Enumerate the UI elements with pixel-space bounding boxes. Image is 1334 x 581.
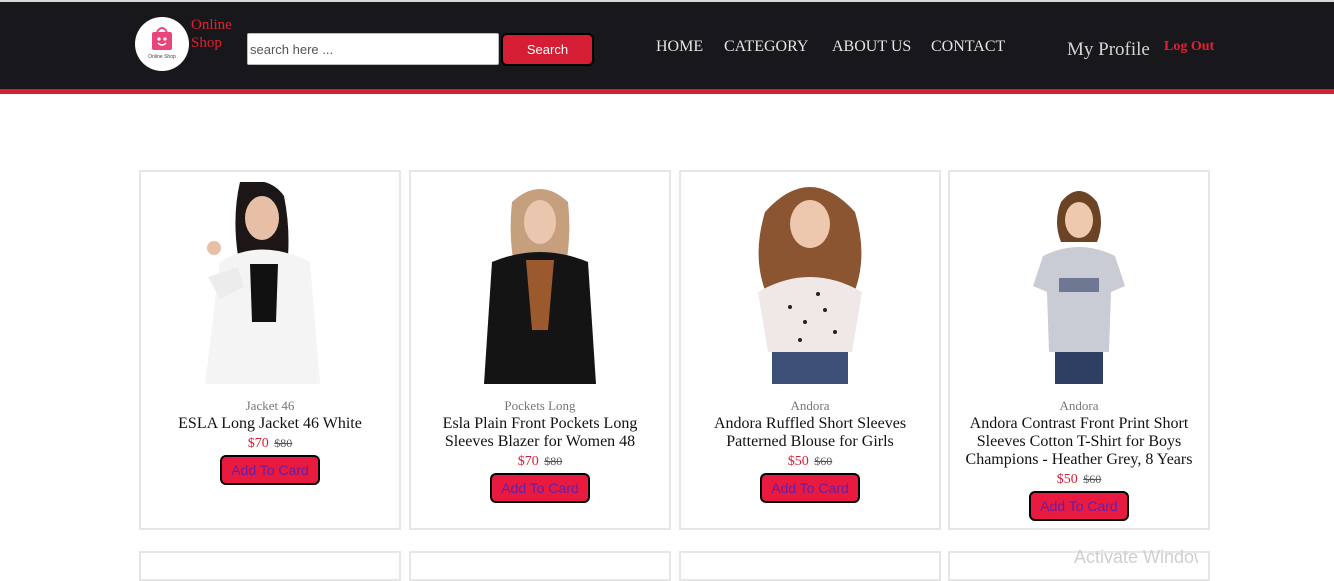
product-price: $70 $80 [141, 434, 399, 453]
add-to-cart-button[interactable]: Add To Card [1029, 491, 1129, 521]
product-title[interactable]: Esla Plain Front Pockets Long Sleeves Bl… [411, 415, 669, 451]
add-to-cart-button[interactable]: Add To Card [220, 455, 320, 485]
product-image[interactable] [141, 182, 399, 384]
nav-contact[interactable]: CONTACT [931, 38, 1005, 56]
brand-line-2: Shop [191, 35, 222, 51]
current-price: $50 [787, 454, 809, 469]
my-profile-link[interactable]: My Profile [1067, 39, 1150, 61]
product-price: $50 $60 [950, 470, 1208, 489]
girl-patterned-blouse-image [758, 187, 862, 384]
header-accent-line [0, 89, 1334, 94]
product-category: Andora [790, 398, 830, 413]
product-card: Andora Andora Ruffled Short Sleeves Patt… [679, 170, 941, 530]
product-title[interactable]: Andora Ruffled Short Sleeves Patterned B… [681, 415, 939, 451]
product-image[interactable] [681, 182, 939, 384]
product-price: $50 $60 [681, 452, 939, 471]
product-category: Pockets Long [504, 398, 576, 413]
logout-link[interactable]: Log Out [1164, 39, 1214, 55]
old-price: $60 [814, 454, 833, 468]
nav-home[interactable]: HOME [656, 38, 703, 56]
brand-line-1: Online [191, 17, 232, 33]
product-category: Andora [1059, 398, 1099, 413]
logo-caption: Online Shop [148, 54, 176, 60]
add-to-cart-button[interactable]: Add To Card [490, 473, 590, 503]
product-card: Andora Andora Contrast Front Print Short… [948, 170, 1210, 530]
nav-category[interactable]: CATEGORY [724, 38, 808, 56]
current-price: $70 [247, 436, 269, 451]
shop-logo[interactable]: Online Shop [135, 17, 189, 71]
search-input[interactable] [247, 33, 499, 65]
top-navbar: Online Shop Online Shop Search HOME CATE… [0, 0, 1334, 90]
woman-white-jacket-image [205, 182, 320, 384]
product-card-partial [679, 551, 941, 581]
search-button[interactable]: Search [501, 33, 594, 66]
product-card-partial [139, 551, 401, 581]
product-card-partial [409, 551, 671, 581]
current-price: $70 [517, 454, 539, 469]
shopping-bag-icon [152, 27, 172, 50]
boy-grey-tshirt-image [1033, 191, 1125, 384]
product-title[interactable]: ESLA Long Jacket 46 White [141, 415, 399, 433]
product-category: Jacket 46 [245, 398, 295, 413]
product-price: $70 $80 [411, 452, 669, 471]
product-image[interactable] [411, 182, 669, 384]
woman-black-blazer-image [484, 189, 596, 384]
product-title[interactable]: Andora Contrast Front Print Short Sleeve… [950, 415, 1208, 469]
current-price: $50 [1056, 472, 1078, 487]
old-price: $60 [1083, 472, 1102, 486]
nav-about-us[interactable]: ABOUT US [832, 38, 911, 56]
add-to-cart-button[interactable]: Add To Card [760, 473, 860, 503]
brand-name[interactable]: Online Shop [191, 16, 232, 52]
product-card: Pockets Long Esla Plain Front Pockets Lo… [409, 170, 671, 530]
product-card: Jacket 46 ESLA Long Jacket 46 White $70 … [139, 170, 401, 530]
old-price: $80 [544, 454, 563, 468]
old-price: $80 [274, 436, 293, 450]
product-image[interactable] [950, 182, 1208, 384]
